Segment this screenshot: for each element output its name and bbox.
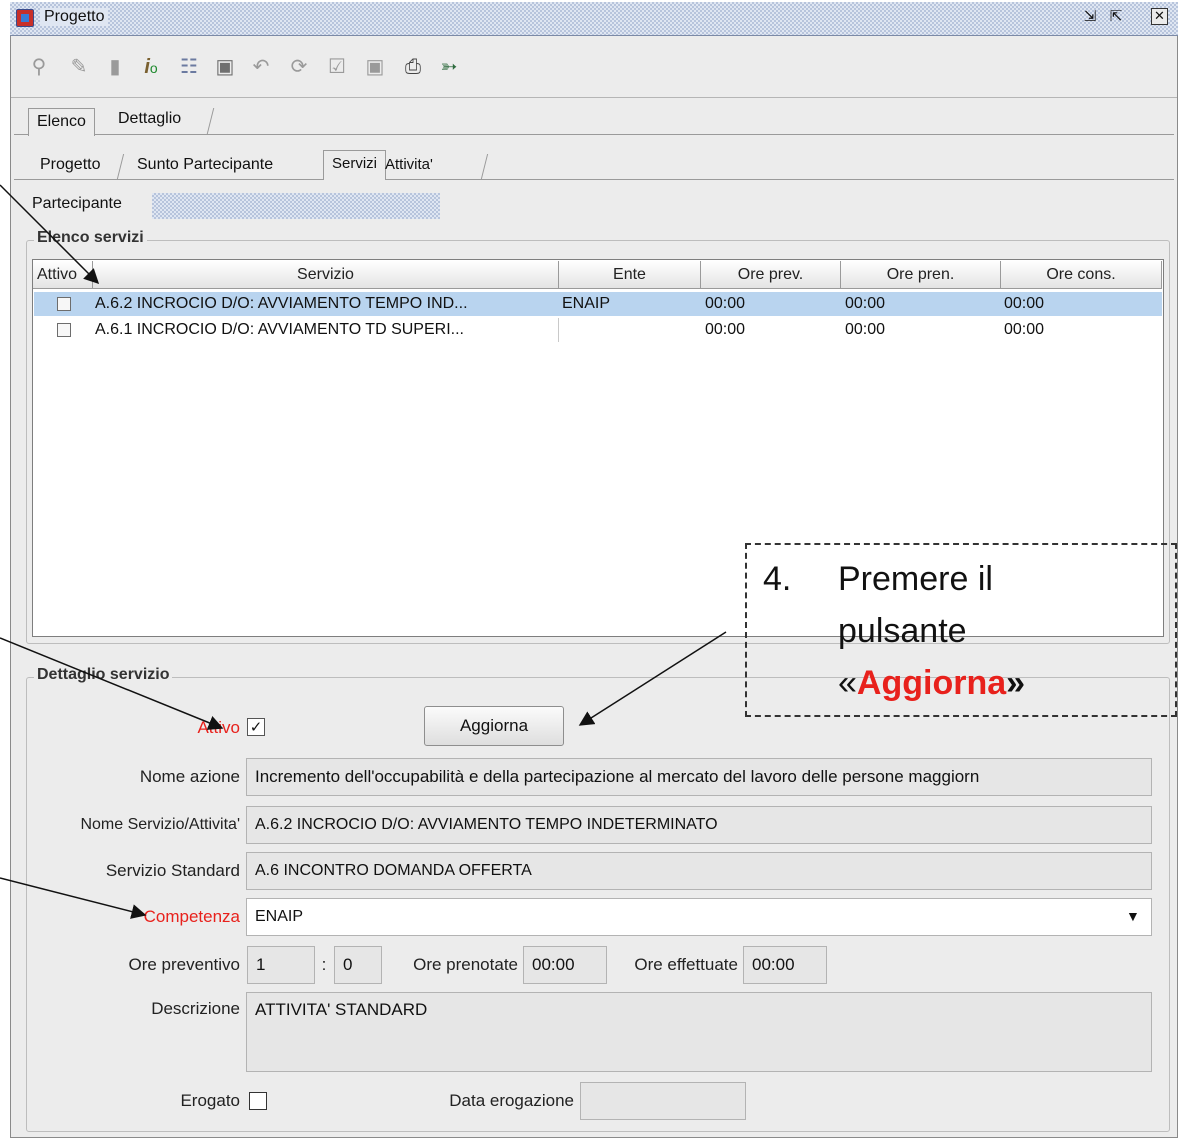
- undo-icon[interactable]: ↶: [248, 54, 274, 80]
- row-ore-pren: 00:00: [845, 321, 886, 338]
- data-erogazione-field[interactable]: [580, 1082, 746, 1120]
- nome-servizio-label: Nome Servizio/Attivita': [80, 816, 240, 833]
- annotation-button-name: Aggiorna: [856, 664, 1007, 702]
- row-attivo-checkbox[interactable]: [57, 323, 71, 337]
- refresh-icon[interactable]: ⟳: [286, 54, 312, 80]
- column-header-ore-prev[interactable]: Ore prev.: [701, 261, 841, 289]
- annotation-line-3: «Aggiorna»: [838, 664, 1025, 703]
- ore-preventivo-hours-field[interactable]: 1: [247, 946, 315, 984]
- ore-preventivo-label: Ore preventivo: [128, 955, 241, 974]
- column-header-ente[interactable]: Ente: [559, 261, 701, 289]
- column-header-servizio[interactable]: Servizio: [93, 261, 559, 289]
- row-ore-pren: 00:00: [845, 295, 886, 312]
- row-ore-cons: 00:00: [1004, 295, 1045, 312]
- save-icon[interactable]: ▣: [212, 54, 238, 80]
- competenza-select[interactable]: ENAIP: [246, 898, 1152, 936]
- tab-progetto[interactable]: Progetto: [32, 152, 108, 180]
- competenza-label: Competenza: [143, 907, 240, 926]
- ore-effettuate-label: Ore effettuate: [634, 955, 738, 974]
- tab-strip-line: [14, 134, 1174, 135]
- detail-group-legend: Dettaglio servizio: [34, 666, 173, 684]
- row-servizio: A.6.2 INCROCIO D/O: AVVIAMENTO TEMPO IND…: [95, 295, 468, 312]
- ore-preventivo-minutes-field[interactable]: 0: [334, 946, 382, 984]
- close-icon[interactable]: ✕: [1151, 8, 1168, 25]
- folder-icon[interactable]: ▣: [362, 54, 388, 80]
- column-divider: [558, 318, 559, 342]
- annotation-step-number: 4.: [763, 560, 792, 598]
- services-group-legend: Elenco servizi: [34, 229, 147, 247]
- maximize-icon[interactable]: ⇱: [1106, 8, 1126, 26]
- annotation-close-quote: »: [1006, 664, 1026, 702]
- descrizione-textarea[interactable]: ATTIVITA' STANDARD: [246, 992, 1152, 1072]
- descrizione-label: Descrizione: [151, 999, 240, 1018]
- nome-azione-label: Nome azione: [139, 767, 240, 786]
- data-erogazione-label: Data erogazione: [449, 1091, 574, 1110]
- ore-preventivo-separator: :: [321, 955, 327, 974]
- column-header-attivo[interactable]: Attivo: [33, 261, 93, 289]
- row-ore-prev: 00:00: [705, 321, 746, 338]
- row-ente: [562, 318, 698, 342]
- erogato-label: Erogato: [180, 1091, 240, 1110]
- tab-sunto-partecipante[interactable]: Sunto Partecipante: [129, 152, 281, 180]
- annotation-line-1: Premere il: [838, 560, 993, 598]
- row-attivo-checkbox[interactable]: [57, 297, 71, 311]
- minimize-icon[interactable]: ⇲: [1080, 8, 1100, 26]
- board-icon[interactable]: ☷: [176, 54, 202, 80]
- chevron-down-icon[interactable]: ▼: [1126, 908, 1140, 924]
- erogato-checkbox[interactable]: [249, 1092, 267, 1110]
- window-title: Progetto: [40, 8, 109, 26]
- annotation-line-2: pulsante: [838, 612, 967, 650]
- info-icon[interactable]: io: [138, 54, 164, 80]
- checklist-icon[interactable]: ☑: [324, 54, 350, 80]
- annotation-open-quote: «: [838, 664, 857, 702]
- servizio-standard-label: Servizio Standard: [105, 861, 240, 880]
- column-header-ore-cons[interactable]: Ore cons.: [1001, 261, 1162, 289]
- tab-elenco[interactable]: Elenco: [28, 108, 95, 136]
- row-servizio: A.6.1 INCROCIO D/O: AVVIAMENTO TD SUPERI…: [95, 321, 464, 338]
- search-icon[interactable]: ⚲: [26, 54, 52, 80]
- servizio-standard-field[interactable]: A.6 INCONTRO DOMANDA OFFERTA: [246, 852, 1152, 890]
- column-header-ore-pren[interactable]: Ore pren.: [841, 261, 1001, 289]
- aggiorna-button[interactable]: Aggiorna: [424, 706, 564, 746]
- partecipante-label: Partecipante: [32, 195, 122, 212]
- document-icon[interactable]: ▮: [102, 54, 128, 80]
- title-bar[interactable]: [10, 2, 1178, 36]
- tab-dettaglio[interactable]: Dettaglio: [110, 106, 189, 134]
- partecipante-value-bar: [152, 193, 440, 219]
- tab-attivita[interactable]: Attivita': [377, 152, 441, 180]
- attivo-label: Attivo: [197, 718, 240, 737]
- exit-icon[interactable]: ➳: [436, 54, 462, 80]
- nome-azione-field[interactable]: Incremento dell'occupabilità e della par…: [246, 758, 1152, 796]
- nome-servizio-field[interactable]: A.6.2 INCROCIO D/O: AVVIAMENTO TEMPO IND…: [246, 806, 1152, 844]
- row-ore-prev: 00:00: [705, 295, 746, 312]
- ore-effettuate-field[interactable]: 00:00: [743, 946, 827, 984]
- ore-prenotate-field[interactable]: 00:00: [523, 946, 607, 984]
- print-icon[interactable]: ⎙: [400, 54, 426, 80]
- attivo-checkbox[interactable]: ✓: [247, 718, 265, 736]
- ore-prenotate-label: Ore prenotate: [413, 955, 518, 974]
- row-ore-cons: 00:00: [1004, 321, 1045, 338]
- edit-icon[interactable]: ✎: [66, 54, 92, 80]
- app-icon: [16, 9, 34, 27]
- row-ente: ENAIP: [562, 295, 611, 312]
